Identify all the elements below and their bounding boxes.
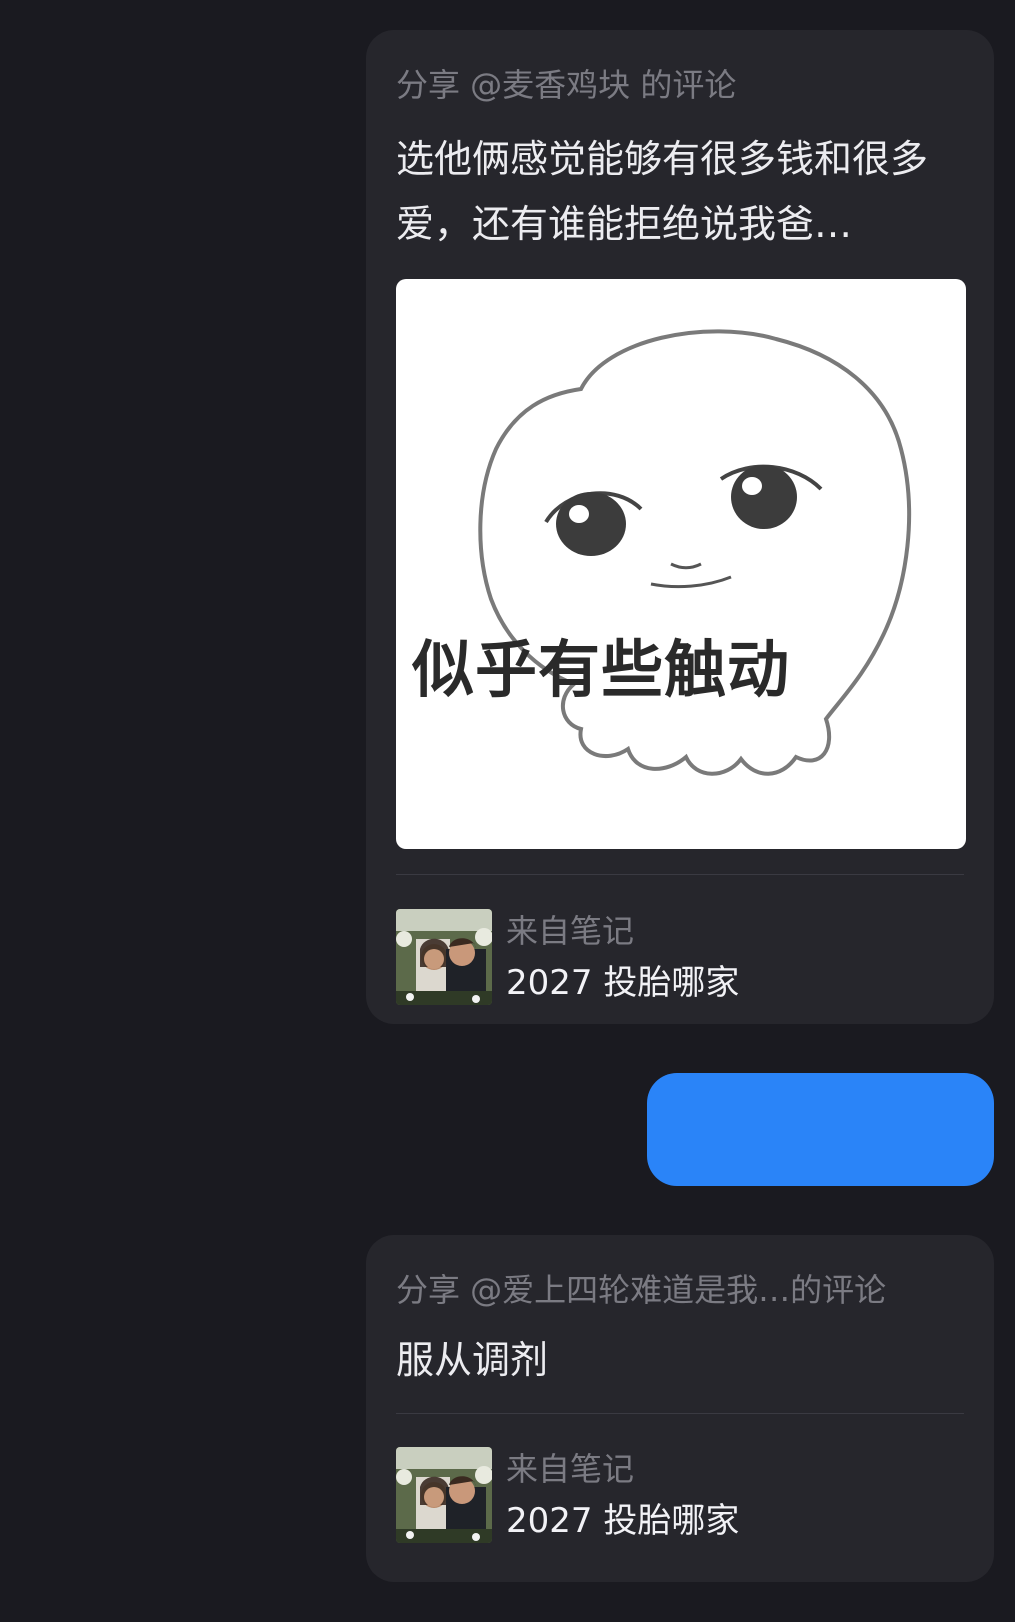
note-source-label: 来自笔记 [506,1450,635,1488]
shared-comment-card[interactable]: 分享 @麦香鸡块 的评论 选他俩感觉能够有很多钱和很多爱，还有谁能拒绝说我爸… … [366,30,994,1024]
source-note-row[interactable]: 来自笔记 2027 投胎哪家 [396,909,964,1005]
source-note-row[interactable]: 来自笔记 2027 投胎哪家 [396,1447,964,1543]
card-divider [396,1413,964,1414]
share-source-line: 分享 @麦香鸡块 的评论 [396,66,737,104]
share-source-line: 分享 @爱上四轮难道是我…的评论 [396,1271,887,1309]
sticker-caption: 似乎有些触动 [412,633,791,706]
sticker-drawing [478,329,912,776]
comment-text: 选他俩感觉能够有很多钱和很多爱，还有谁能拒绝说我爸… [396,137,929,246]
own-message-bubble[interactable] [647,1073,994,1186]
wedding-photo-thumbnail [396,1447,492,1543]
note-title: 2027 投胎哪家 [506,963,740,1003]
wedding-photo-thumbnail [396,909,492,1005]
ghost-face-sticker[interactable]: 似乎有些触动 [396,279,966,849]
card-divider [396,874,964,875]
shared-comment-card[interactable]: 分享 @爱上四轮难道是我…的评论 服从调剂 来自笔记 2027 投胎哪家 [366,1235,994,1582]
note-source-label: 来自笔记 [506,912,635,950]
note-title: 2027 投胎哪家 [506,1501,740,1541]
comment-text: 服从调剂 [396,1338,549,1382]
